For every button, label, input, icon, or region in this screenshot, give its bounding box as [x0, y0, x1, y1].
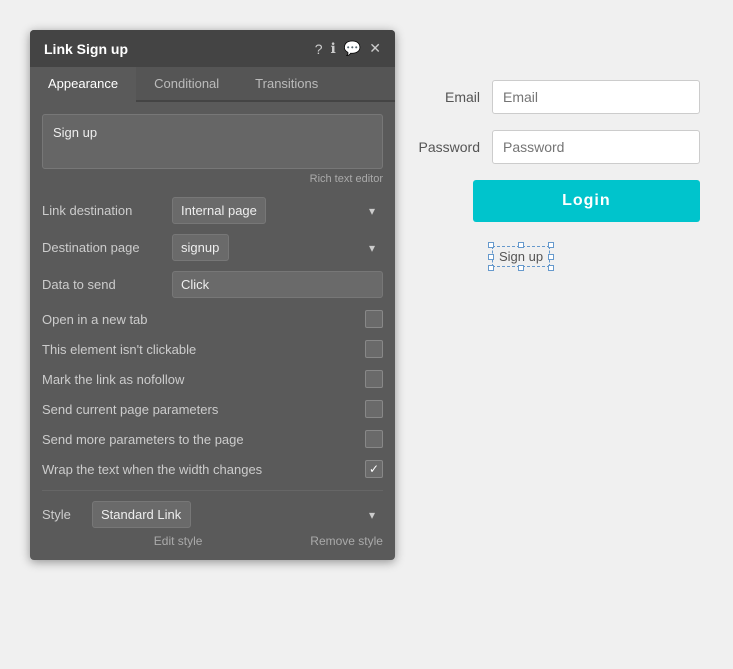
password-input[interactable]	[492, 130, 700, 164]
destination-page-select[interactable]: signup	[172, 234, 229, 261]
password-label: Password	[410, 139, 480, 155]
preview-form: Email Password Login Sign up	[410, 80, 700, 267]
panel-tabs: Appearance Conditional Transitions	[30, 67, 395, 102]
tab-appearance[interactable]: Appearance	[30, 67, 136, 102]
open-new-tab-label: Open in a new tab	[42, 312, 148, 327]
preview-area: Email Password Login Sign up	[410, 80, 700, 267]
close-icon[interactable]: ✕	[369, 40, 381, 57]
nofollow-checkbox[interactable]	[365, 370, 383, 388]
destination-page-row: Destination page signup	[42, 234, 383, 261]
send-more-params-row: Send more parameters to the page	[42, 428, 383, 450]
divider	[42, 490, 383, 491]
data-to-send-row: Data to send	[42, 271, 383, 298]
nofollow-row: Mark the link as nofollow	[42, 368, 383, 390]
rich-text-editor-label: Rich text editor	[42, 173, 383, 185]
data-to-send-input[interactable]	[172, 271, 383, 298]
signup-selected-wrapper: Sign up	[492, 246, 550, 267]
comment-icon[interactable]: 💬	[344, 40, 361, 57]
signup-link[interactable]: Sign up	[492, 246, 550, 267]
link-destination-select-wrapper: Internal page	[172, 197, 383, 224]
wrap-text-row: Wrap the text when the width changes	[42, 458, 383, 480]
handle-bottom-right	[548, 265, 554, 271]
tab-transitions[interactable]: Transitions	[237, 67, 336, 102]
destination-page-select-wrapper: signup	[172, 234, 383, 261]
handle-top-right	[548, 242, 554, 248]
email-label: Email	[410, 89, 480, 105]
help-icon[interactable]: ?	[315, 41, 323, 57]
handle-bottom-left	[488, 265, 494, 271]
email-input[interactable]	[492, 80, 700, 114]
send-current-params-checkbox[interactable]	[365, 400, 383, 418]
style-select-wrapper: Standard Link	[92, 501, 383, 528]
style-links: Edit style Remove style	[42, 534, 383, 548]
panel-header-icons: ? ℹ 💬 ✕	[315, 40, 381, 57]
data-to-send-label: Data to send	[42, 277, 172, 292]
send-current-params-label: Send current page parameters	[42, 402, 218, 417]
handle-top-left	[488, 242, 494, 248]
not-clickable-checkbox[interactable]	[365, 340, 383, 358]
destination-page-label: Destination page	[42, 240, 172, 255]
style-label: Style	[42, 507, 92, 522]
not-clickable-label: This element isn't clickable	[42, 342, 196, 357]
panel-header: Link Sign up ? ℹ 💬 ✕	[30, 30, 395, 67]
link-destination-select[interactable]: Internal page	[172, 197, 266, 224]
send-more-params-label: Send more parameters to the page	[42, 432, 244, 447]
email-field-row: Email	[410, 80, 700, 114]
send-current-params-row: Send current page parameters	[42, 398, 383, 420]
open-new-tab-checkbox[interactable]	[365, 310, 383, 328]
remove-style-link[interactable]: Remove style	[310, 534, 383, 548]
open-new-tab-row: Open in a new tab	[42, 308, 383, 330]
text-content-area[interactable]: Sign up	[42, 114, 383, 169]
info-icon[interactable]: ℹ	[331, 40, 336, 57]
handle-top-middle	[518, 242, 524, 248]
nofollow-label: Mark the link as nofollow	[42, 372, 184, 387]
login-row: Login	[410, 180, 700, 222]
handle-middle-right	[548, 254, 554, 260]
panel-body: Sign up Rich text editor Link destinatio…	[30, 102, 395, 560]
tab-conditional[interactable]: Conditional	[136, 67, 237, 102]
wrap-text-label: Wrap the text when the width changes	[42, 462, 262, 477]
handle-bottom-middle	[518, 265, 524, 271]
link-sign-up-panel: Link Sign up ? ℹ 💬 ✕ Appearance Conditio…	[30, 30, 395, 560]
link-destination-label: Link destination	[42, 203, 172, 218]
not-clickable-row: This element isn't clickable	[42, 338, 383, 360]
login-button[interactable]: Login	[473, 180, 700, 222]
panel-title: Link Sign up	[44, 41, 128, 57]
style-select[interactable]: Standard Link	[92, 501, 191, 528]
link-destination-row: Link destination Internal page	[42, 197, 383, 224]
signup-link-wrapper: Sign up	[410, 238, 700, 267]
edit-style-link[interactable]: Edit style	[154, 534, 203, 548]
style-row: Style Standard Link	[42, 501, 383, 528]
password-field-row: Password	[410, 130, 700, 164]
wrap-text-checkbox[interactable]	[365, 460, 383, 478]
handle-middle-left	[488, 254, 494, 260]
send-more-params-checkbox[interactable]	[365, 430, 383, 448]
